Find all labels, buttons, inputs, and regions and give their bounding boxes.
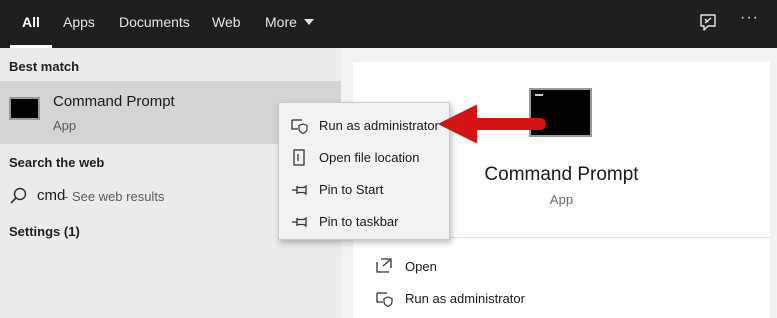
tab-all[interactable]: All — [10, 0, 52, 48]
pin-icon — [292, 184, 307, 196]
menu-item-pin-to-taskbar[interactable]: Pin to taskbar — [279, 207, 449, 235]
menu-item-label: Run as administrator — [319, 118, 439, 133]
more-options-icon[interactable]: ··· — [740, 0, 759, 44]
tab-documents[interactable]: Documents — [119, 0, 190, 48]
web-query: cmd — [37, 187, 66, 204]
open-action-label: Open — [405, 259, 437, 274]
settings-heading[interactable]: Settings (1) — [9, 224, 80, 239]
search-tab-bar: All Apps Documents Web More ··· — [0, 0, 777, 48]
menu-item-run-as-administrator[interactable]: Run as administrator — [279, 111, 449, 139]
tab-more[interactable]: More — [265, 0, 314, 48]
command-prompt-icon — [9, 97, 40, 120]
result-title: Command Prompt — [53, 93, 175, 110]
file-location-icon — [293, 149, 305, 166]
tab-apps[interactable]: Apps — [63, 0, 95, 48]
red-arrow-annotation — [439, 105, 546, 143]
open-icon — [376, 258, 392, 273]
shield-icon — [376, 292, 393, 308]
search-icon — [10, 187, 27, 204]
context-menu: Run as administrator Open file location … — [278, 102, 450, 240]
tab-more-label: More — [265, 14, 297, 30]
menu-item-label: Pin to taskbar — [319, 214, 399, 229]
run-as-admin-action-label: Run as administrator — [405, 291, 525, 306]
tab-web[interactable]: Web — [212, 0, 241, 48]
web-result-suffix: - See web results — [64, 189, 165, 204]
best-match-heading: Best match — [9, 59, 80, 74]
search-web-heading: Search the web — [9, 155, 105, 170]
menu-item-open-file-location[interactable]: Open file location — [279, 143, 449, 171]
menu-item-pin-to-start[interactable]: Pin to Start — [279, 175, 449, 203]
menu-item-label: Pin to Start — [319, 182, 384, 197]
chevron-down-icon — [303, 19, 314, 26]
open-action[interactable]: Open — [375, 256, 755, 278]
run-as-admin-action[interactable]: Run as administrator — [375, 288, 755, 310]
menu-item-label: Open file location — [319, 150, 420, 165]
shield-icon — [291, 119, 308, 135]
feedback-icon[interactable] — [696, 11, 720, 35]
pin-icon — [292, 216, 307, 228]
result-subtitle: App — [53, 118, 77, 133]
